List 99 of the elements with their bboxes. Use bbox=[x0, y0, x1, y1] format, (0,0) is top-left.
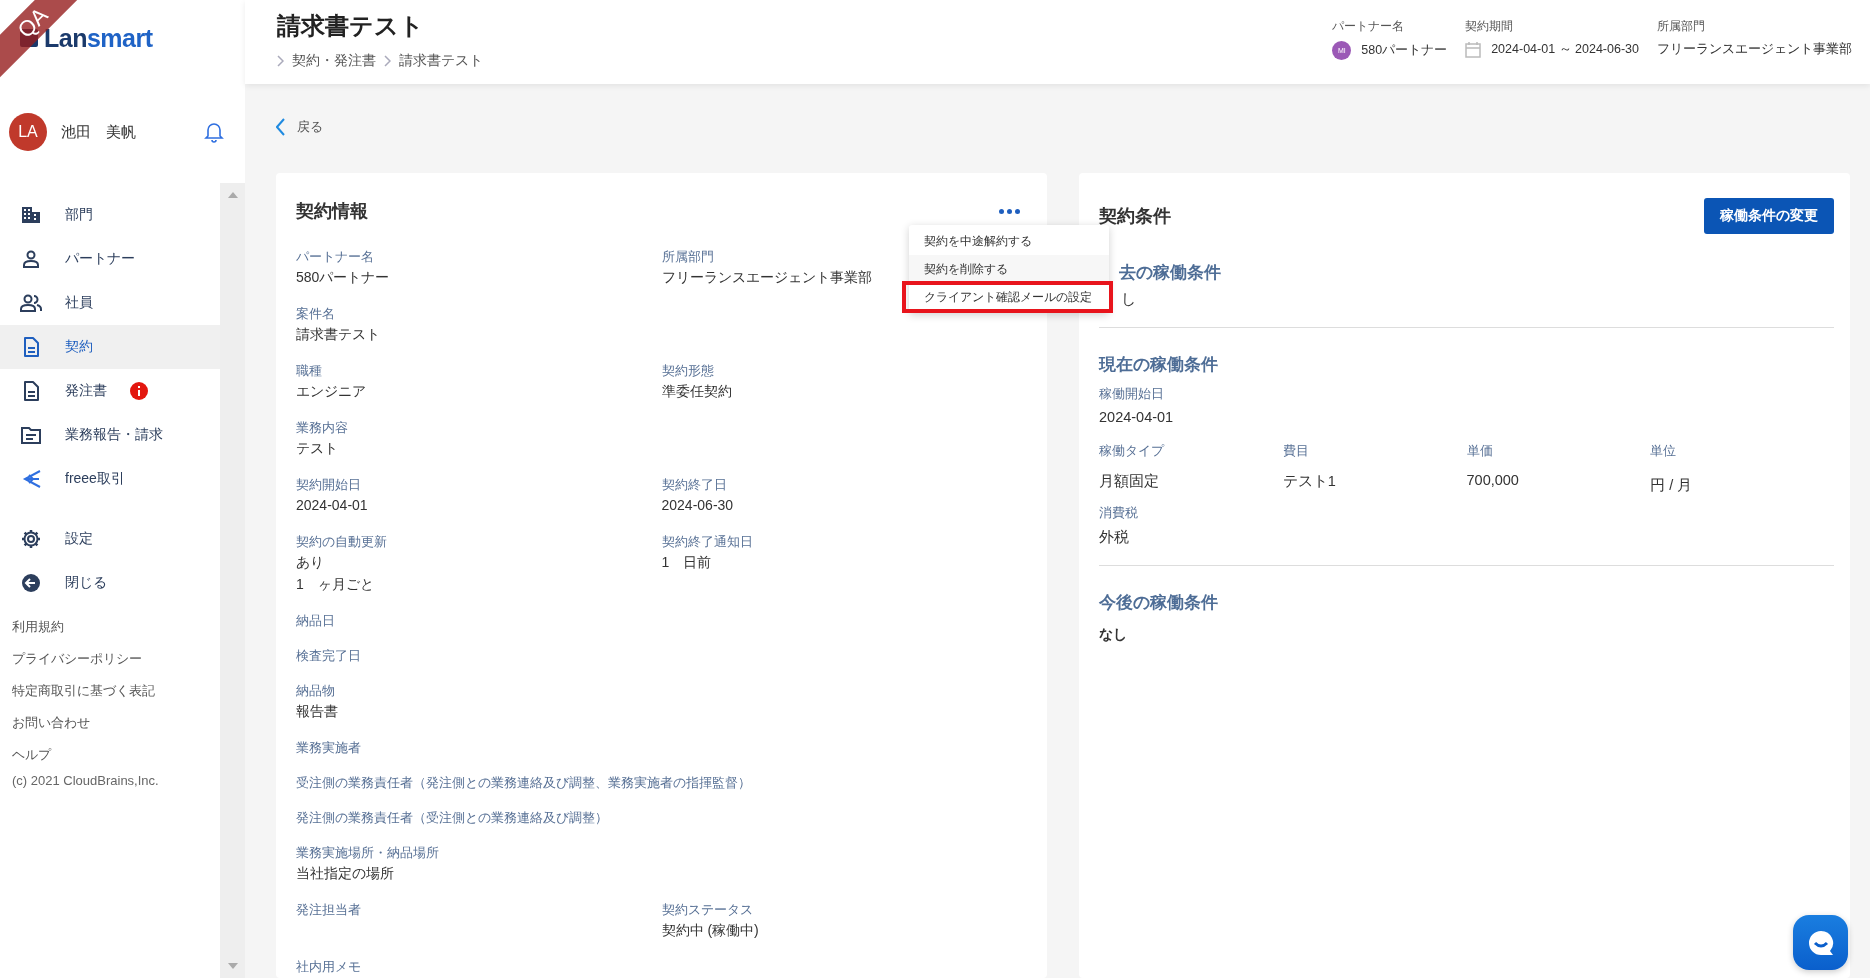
field-value: なし bbox=[1099, 626, 1128, 644]
meta-label: 所属部門 bbox=[1657, 18, 1706, 35]
field-label: 社内用メモ bbox=[296, 959, 361, 976]
settings-icon bbox=[20, 528, 42, 550]
nav-item[interactable]: freee取引 bbox=[0, 457, 220, 501]
field-value: 当社指定の場所 bbox=[296, 864, 395, 883]
scroll-down-icon bbox=[227, 963, 238, 970]
field-value: 700,000 bbox=[1466, 472, 1520, 488]
footer-link[interactable]: 利用規約 bbox=[12, 611, 220, 643]
field-value: し bbox=[1120, 290, 1136, 309]
chat-bubble-icon bbox=[1806, 928, 1835, 957]
field-label: 稼働タイプ bbox=[1099, 443, 1166, 460]
nav-item[interactable]: パートナー bbox=[0, 237, 220, 281]
user-avatar[interactable]: LA bbox=[9, 113, 47, 151]
bell-icon[interactable] bbox=[203, 120, 225, 144]
chat-button[interactable] bbox=[1793, 915, 1848, 970]
field-label: 受注側の業務責任者（発注側との業務連絡及び調整、業務実施者の指揮監督） bbox=[296, 775, 751, 792]
nav-item[interactable]: 業務報告・請求 bbox=[0, 413, 220, 457]
field-label: 契約の自動更新 bbox=[296, 534, 387, 551]
field-value: フリーランスエージェント事業部 bbox=[661, 268, 872, 287]
field-value: テスト bbox=[296, 439, 339, 458]
page-title: 請求書テスト bbox=[277, 11, 425, 41]
field-label: 稼働開始日 bbox=[1099, 386, 1165, 403]
footer-link[interactable]: 特定商取引に基づく表記 bbox=[12, 675, 220, 707]
section-heading: 去の稼働条件 bbox=[1118, 262, 1222, 283]
field-label: 業務実施場所・納品場所 bbox=[296, 845, 439, 862]
nav-item[interactable]: 契約 bbox=[0, 325, 220, 369]
meta-value: 580パートナー bbox=[1361, 42, 1448, 59]
folder-icon bbox=[20, 424, 42, 446]
field-label: 契約終了日 bbox=[661, 477, 728, 494]
field-value: 2024-06-30 bbox=[661, 496, 734, 515]
footer-link[interactable]: プライバシーポリシー bbox=[12, 643, 220, 675]
user-name: 池田 美帆 bbox=[61, 122, 137, 142]
field-label: 案件名 bbox=[296, 306, 336, 323]
field-value: 円 / 月 bbox=[1650, 476, 1694, 495]
person-icon bbox=[20, 248, 42, 270]
field-value: 2024-04-01 bbox=[296, 496, 368, 515]
field-label: 契約形態 bbox=[661, 363, 715, 380]
field-label: 単価 bbox=[1466, 443, 1494, 460]
meta-label: 契約期間 bbox=[1465, 18, 1515, 35]
copyright-text: (c) 2021 CloudBrains,Inc. bbox=[12, 773, 160, 788]
field-value: 契約中 (稼働中) bbox=[661, 921, 759, 940]
nav-item[interactable]: 発注書 bbox=[0, 369, 220, 413]
field-label: 契約終了通知日 bbox=[661, 534, 753, 551]
section-heading: 現在の稼働条件 bbox=[1099, 354, 1219, 375]
breadcrumb-link[interactable]: 請求書テスト bbox=[399, 52, 483, 70]
field-value: 準委任契約 bbox=[661, 382, 732, 401]
meta-value: 2024-04-01 ～ 2024-06-30 bbox=[1491, 41, 1639, 58]
field-label: 発注側の業務責任者（受注側との業務連絡及び調整） bbox=[296, 810, 608, 827]
footer-link[interactable]: ヘルプ bbox=[12, 739, 220, 771]
nav-item[interactable]: 部門 bbox=[0, 193, 220, 237]
field-value: テスト1 bbox=[1282, 472, 1337, 491]
field-label: 納品日 bbox=[296, 613, 335, 630]
nav-item[interactable]: 設定 bbox=[0, 517, 220, 561]
people-icon bbox=[20, 292, 42, 314]
nav-item[interactable]: 閉じる bbox=[0, 561, 220, 605]
nav-item[interactable]: 社員 bbox=[0, 281, 220, 325]
field-value: あり bbox=[296, 553, 325, 572]
field-value: 1 ヶ月ごと bbox=[296, 575, 375, 594]
scroll-up-icon bbox=[227, 191, 238, 198]
field-value: 1 日前 bbox=[661, 553, 713, 572]
field-label: 発注担当者 bbox=[296, 902, 361, 919]
field-label: パートナー名 bbox=[296, 249, 375, 266]
field-label: 業務内容 bbox=[296, 420, 348, 437]
change-conditions-button[interactable]: 稼働条件の変更 bbox=[1704, 198, 1834, 234]
card-title: 契約情報 bbox=[296, 200, 368, 223]
back-link[interactable]: 戻る bbox=[276, 117, 1870, 137]
field-label: 消費税 bbox=[1099, 505, 1139, 522]
menu-item[interactable]: 契約を削除する bbox=[909, 255, 1109, 283]
scrollbar[interactable] bbox=[220, 183, 245, 978]
section-heading: 今後の稼働条件 bbox=[1099, 592, 1219, 613]
chevron-right-icon bbox=[277, 55, 284, 67]
field-label: 契約ステータス bbox=[661, 902, 754, 919]
field-value: 報告書 bbox=[296, 702, 338, 721]
field-label: 職種 bbox=[296, 363, 323, 380]
footer-link[interactable]: お問い合わせ bbox=[12, 707, 220, 739]
field-value: 外税 bbox=[1099, 528, 1130, 547]
breadcrumb-link[interactable]: 契約・発注書 bbox=[292, 52, 376, 70]
field-label: 業務実施者 bbox=[296, 740, 361, 757]
meta-label: パートナー名 bbox=[1332, 18, 1406, 35]
field-value: 2024-04-01 bbox=[1099, 409, 1175, 425]
field-label: 費目 bbox=[1282, 443, 1310, 460]
field-label: 所属部門 bbox=[661, 249, 715, 266]
field-value: 月額固定 bbox=[1099, 472, 1160, 491]
field-label: 単位 bbox=[1650, 443, 1678, 460]
menu-item[interactable]: 契約を中途解約する bbox=[909, 227, 1109, 255]
field-label: 納品物 bbox=[296, 683, 336, 700]
card-title: 契約条件 bbox=[1099, 205, 1171, 228]
meta-value: フリーランスエージェント事業部 bbox=[1657, 41, 1852, 58]
chevron-left-icon bbox=[276, 118, 285, 136]
field-value: 請求書テスト bbox=[296, 325, 380, 344]
building-icon bbox=[20, 204, 42, 226]
chevron-right-icon bbox=[384, 55, 391, 67]
field-label: 検査完了日 bbox=[296, 648, 361, 665]
field-value: 580パートナー bbox=[296, 268, 390, 287]
field-label: 契約開始日 bbox=[296, 477, 362, 494]
field-value: エンジニア bbox=[296, 382, 366, 401]
menu-item[interactable]: クライアント確認メールの設定 bbox=[904, 283, 1111, 311]
calendar-icon bbox=[1465, 41, 1482, 58]
